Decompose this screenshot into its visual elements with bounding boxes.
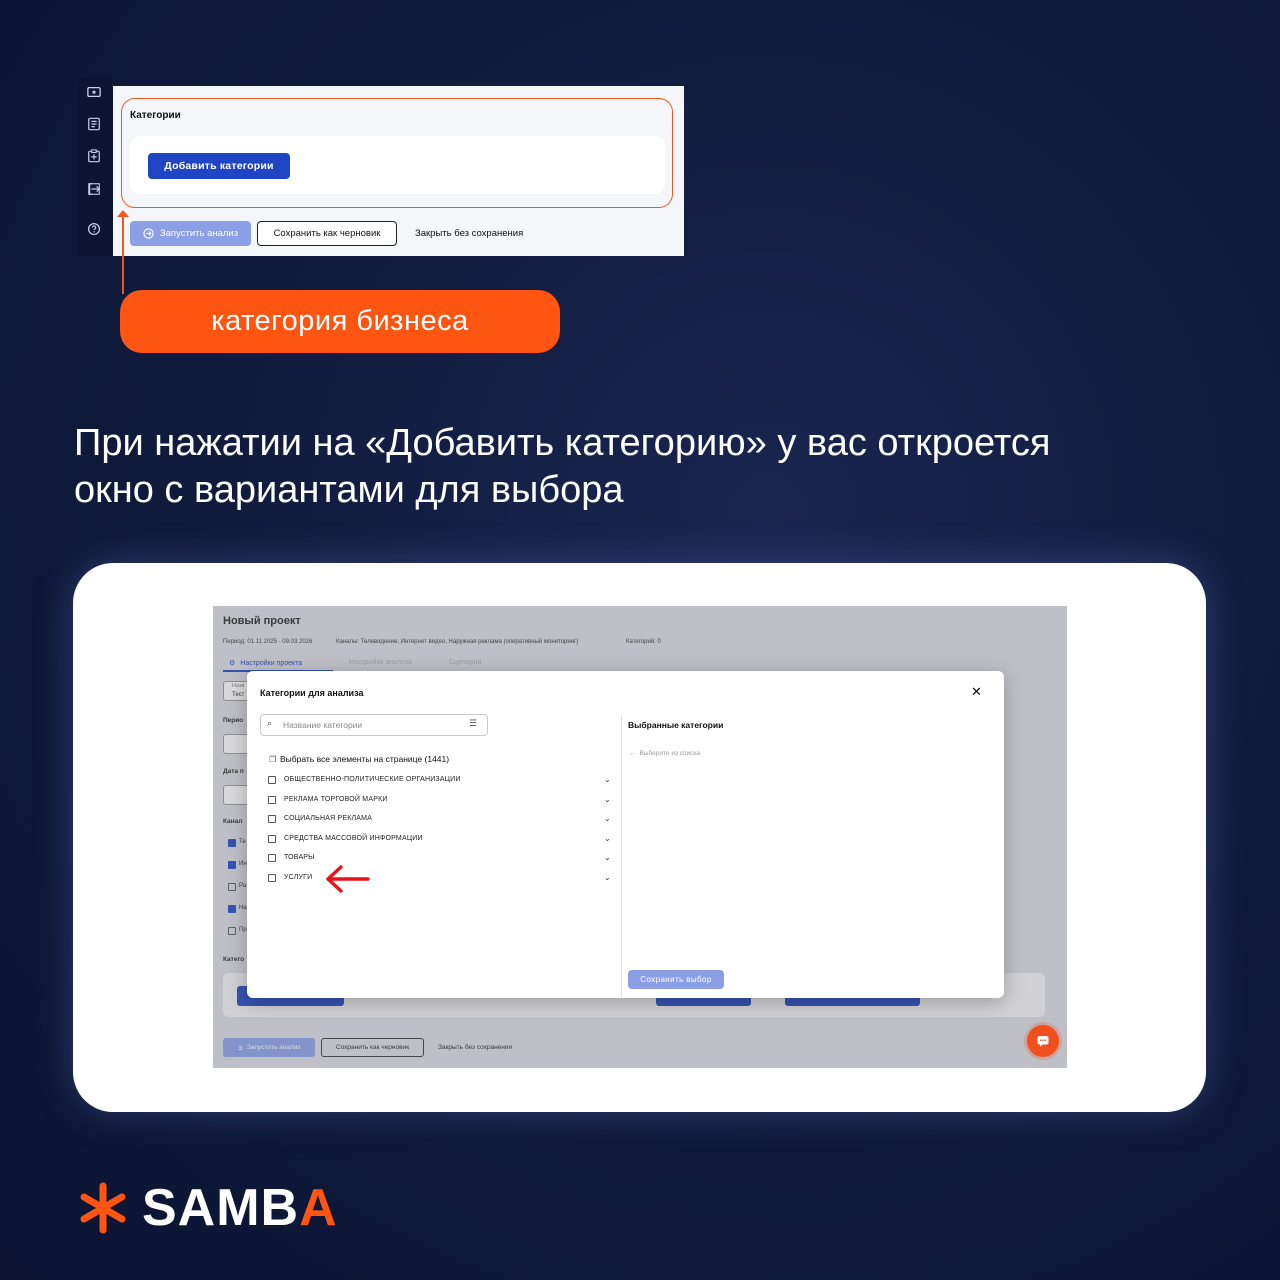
ticket-icon[interactable] — [86, 84, 102, 100]
save-draft-button[interactable]: Сохранить как черновик — [257, 221, 397, 246]
category-checkbox-2[interactable] — [268, 815, 276, 823]
document-icon[interactable] — [86, 116, 102, 132]
filter-sliders-icon[interactable]: ☰ — [469, 718, 477, 729]
category-label-5: УСЛУГИ — [284, 874, 313, 881]
logo-wordmark-accent: A — [299, 1179, 338, 1237]
headline-line-2: окно с вариантами для выбора — [74, 469, 624, 511]
categories-title: Категории — [130, 110, 181, 121]
category-checkbox-0[interactable] — [268, 776, 276, 784]
category-label-3: СРЕДСТВА МАССОВОЙ ИНФОРМАЦИИ — [284, 835, 423, 842]
arrow-circle-icon — [143, 228, 154, 239]
search-icon: ⌕ — [267, 718, 273, 728]
category-checkbox-1[interactable] — [268, 796, 276, 804]
arrow-left-icon: ← — [629, 750, 636, 757]
side-rail — [78, 78, 113, 256]
help-icon[interactable] — [86, 221, 102, 237]
category-label-4: ТОВАРЫ — [284, 854, 315, 861]
search-placeholder: Название категории — [283, 720, 363, 730]
close-without-saving-link[interactable]: Закрыть без сохранения — [415, 228, 523, 239]
chevron-down-icon[interactable]: ⌄ — [604, 873, 611, 882]
headline-line-1: При нажатии на «Добавить категорию» у ва… — [74, 422, 1051, 464]
business-category-callout: категория бизнеса — [120, 290, 560, 353]
callout-connector-line — [122, 212, 124, 294]
chevron-down-icon[interactable]: ⌄ — [604, 814, 611, 823]
chevron-down-icon[interactable]: ⌄ — [604, 834, 611, 843]
copy-icon: ❐ — [269, 755, 277, 764]
asterisk-logo-icon — [80, 1182, 126, 1234]
clipboard-icon[interactable] — [86, 148, 102, 164]
close-icon[interactable]: ✕ — [971, 684, 982, 700]
callout-arrowhead — [117, 210, 129, 217]
selected-hint: ← Выберите из списка — [629, 750, 700, 757]
modal-title: Категории для анализа — [260, 688, 364, 698]
logo-wordmark: SAMBA — [142, 1178, 338, 1238]
logo-wordmark-main: SAMB — [142, 1179, 300, 1237]
category-checkbox-5[interactable] — [268, 874, 276, 882]
selected-hint-text: Выберите из списка — [639, 750, 701, 757]
run-analysis-label: Запустить анализ — [159, 228, 239, 239]
save-selection-button[interactable]: Сохранить выбор — [628, 970, 724, 989]
headline: При нажатии на «Добавить категорию» у ва… — [74, 420, 1214, 514]
chevron-down-icon[interactable]: ⌄ — [604, 795, 611, 804]
category-label-2: СОЦИАЛЬНАЯ РЕКЛАМА — [284, 815, 373, 822]
red-pointer-arrow-icon — [326, 865, 370, 893]
category-label-0: ОБЩЕСТВЕННО-ПОЛИТИЧЕСКИЕ ОРГАНИЗАЦИИ — [284, 776, 461, 783]
add-categories-button[interactable]: Добавить категории — [148, 153, 290, 179]
category-checkbox-4[interactable] — [268, 854, 276, 862]
selected-categories-title: Выбранные категории — [628, 720, 724, 730]
select-all-link[interactable]: Выбрать все элементы на странице (1441) — [280, 754, 449, 764]
chevron-down-icon[interactable]: ⌄ — [604, 853, 611, 862]
chat-icon — [1037, 1036, 1049, 1047]
category-label-1: РЕКЛАМА ТОРГОВОЙ МАРКИ — [284, 796, 388, 803]
modal-column-divider — [621, 714, 622, 998]
category-checkbox-3[interactable] — [268, 835, 276, 843]
chevron-down-icon[interactable]: ⌄ — [604, 775, 611, 784]
exit-icon[interactable] — [86, 181, 102, 197]
samba-logo: SAMBA — [76, 1178, 338, 1238]
chat-button[interactable] — [1027, 1025, 1059, 1057]
run-analysis-button[interactable]: Запустить анализ — [130, 221, 251, 246]
